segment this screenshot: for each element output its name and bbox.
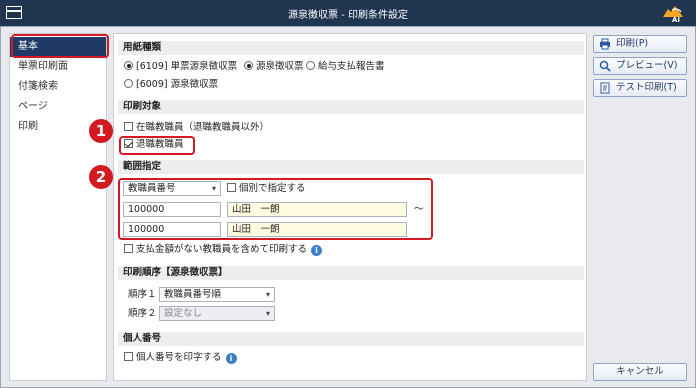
test-document-icon [600,82,610,94]
dialog-window: 基本 単票印刷面 付箋検索 ページ 印刷 用紙種類 [6109] 単票源泉徴収票… [0,26,696,388]
title-bar: 源泉徴収票 - 印刷条件設定 AI [0,0,696,26]
window-title: 源泉徴収票 - 印刷条件設定 [288,10,408,21]
checkbox-indicator [124,244,133,253]
sidebar-item-page[interactable]: ページ [10,97,106,117]
radio-paper-salary-report[interactable]: 給与支払報告書 [306,61,385,73]
print-button[interactable]: 印刷(P) [593,35,687,53]
button-label: テスト印刷(T) [616,82,677,93]
button-label: プレビュー(V) [616,60,678,71]
checkbox-include-zero[interactable]: 支払金額がない教職員を含めて印刷する i [124,244,323,256]
checkbox-indicator [124,352,133,361]
radio-indicator [306,61,315,70]
order1-label: 順序１ [128,289,157,300]
radio-indicator [124,61,133,70]
info-icon[interactable]: i [311,245,323,256]
retired-staff-highlight-box [119,136,195,155]
select-value: 教職員番号順 [164,289,222,300]
order2-label: 順序２ [128,308,157,319]
annotation-badge-2: 2 [89,165,113,189]
section-paper-type: 用紙種類 [118,41,584,55]
button-label: 印刷(P) [616,38,649,49]
checkbox-indicator [124,122,133,131]
sidebar-item-single-print[interactable]: 単票印刷面 [10,57,106,77]
section-print-order: 印刷順序【源泉徴収票】 [118,266,584,280]
ai-logo-icon: AI [663,6,683,23]
radio-paper-6009[interactable]: [6009] 源泉徴収票 [124,79,218,91]
action-panel: 印刷(P) プレビュー(V) テスト印刷(T) キャンセル [593,33,689,381]
section-range: 範囲指定 [118,160,584,174]
order1-select[interactable]: 教職員番号順 ▾ [159,287,275,302]
checkbox-label: 個人番号を印字する [136,352,222,363]
section-personal-number: 個人番号 [118,332,584,346]
sidebar-highlight-box [11,34,109,58]
printer-icon [600,38,610,50]
radio-indicator [124,79,133,88]
range-highlight-box [118,178,433,240]
magnifier-icon [599,60,611,72]
annotation-badge-1: 1 [89,119,113,143]
checkbox-label: 支払金額がない教職員を含めて印刷する [136,244,308,255]
select-value: 設定なし [164,308,203,319]
preview-button[interactable]: プレビュー(V) [593,57,687,75]
radio-label: 源泉徴収票 [256,61,304,72]
radio-paper-6109[interactable]: [6109] 単票源泉徴収票 [124,61,237,73]
checkbox-label: 在職教職員（退職教職員以外） [136,122,270,133]
radio-paper-withholding[interactable]: 源泉徴収票 [244,61,304,73]
radio-label: [6009] 源泉徴収票 [136,79,219,90]
sidebar-item-sticky-search[interactable]: 付箋検索 [10,77,106,97]
test-print-button[interactable]: テスト印刷(T) [593,79,687,97]
sidebar: 基本 単票印刷面 付箋検索 ページ 印刷 [9,33,107,381]
ai-logo-text: AI [672,16,680,23]
order2-select: 設定なし ▾ [159,306,275,321]
chevron-down-icon: ▾ [265,309,270,318]
info-icon[interactable]: i [225,353,237,364]
checkbox-personal-number[interactable]: 個人番号を印字する i [124,352,237,364]
cancel-button[interactable]: キャンセル [593,363,687,381]
radio-indicator [244,61,253,70]
chevron-down-icon: ▾ [265,290,270,299]
section-print-target: 印刷対象 [118,100,584,114]
checkbox-current-staff[interactable]: 在職教職員（退職教職員以外） [124,122,269,134]
radio-label: [6109] 単票源泉徴収票 [136,61,238,72]
radio-label: 給与支払報告書 [318,61,385,72]
